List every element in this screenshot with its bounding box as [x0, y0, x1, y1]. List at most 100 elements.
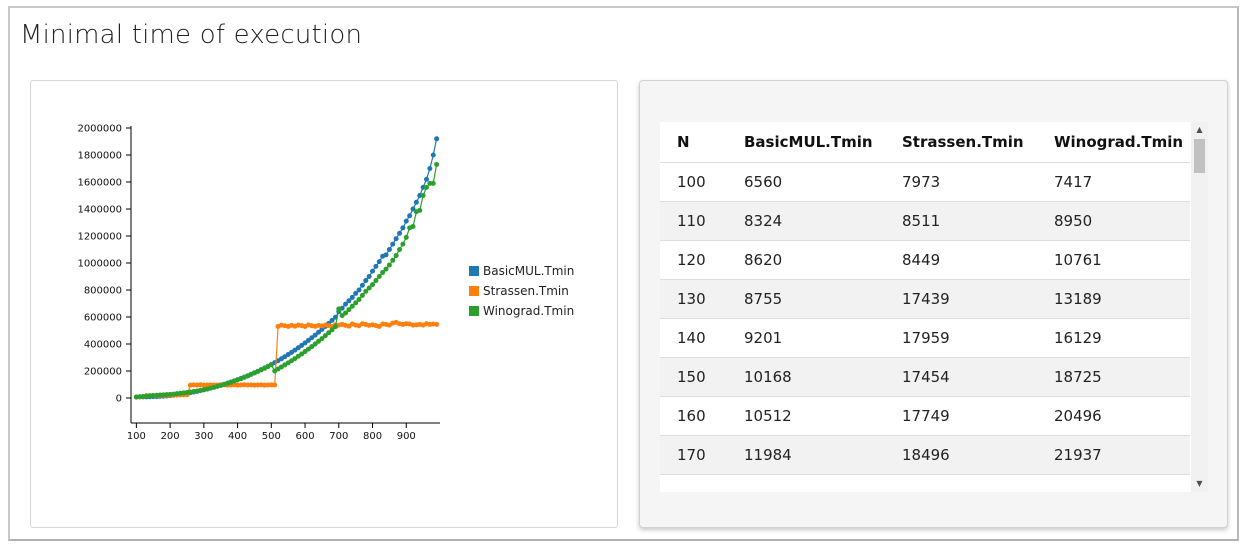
data-point-winograd: [403, 234, 409, 240]
cell-winograd: 8950: [1037, 201, 1190, 241]
x-tick-label: 800: [363, 431, 382, 442]
data-point-winograd: [332, 324, 338, 330]
x-tick-label: 300: [194, 431, 213, 442]
y-tick-label: 200000: [84, 367, 122, 378]
chart-panel: 100 200 300 400 500 600 700 800 900 0 200000 400000…: [30, 80, 618, 528]
data-point-winograd: [359, 292, 365, 298]
scrollbar-thumb[interactable]: [1194, 139, 1205, 173]
x-tick-label: 200: [161, 431, 180, 442]
legend-label: Strassen.Tmin: [483, 284, 569, 298]
cell-basicmul: 8755: [727, 279, 885, 319]
table-panel: N BasicMUL.Tmin Strassen.Tmin Winograd.T…: [639, 80, 1228, 528]
data-point-winograd: [386, 262, 392, 268]
table-row: 100 6560 7973 7417: [660, 162, 1190, 202]
cell-n: 130: [660, 279, 727, 319]
x-tick-label: 700: [329, 431, 348, 442]
data-point-basicmul: [383, 252, 389, 258]
data-point-basicmul: [403, 218, 409, 224]
y-tick-label: 1200000: [77, 232, 122, 243]
cell-strassen: 17454: [885, 357, 1037, 397]
data-point-basicmul: [366, 274, 372, 279]
data-point-basicmul: [349, 294, 355, 300]
legend-swatch: [469, 286, 479, 296]
data-point-basicmul: [397, 230, 403, 236]
cell-strassen: 18496: [885, 435, 1037, 475]
data-point-winograd: [420, 193, 426, 198]
data-point-winograd: [376, 274, 382, 279]
x-tick-label: 400: [228, 431, 247, 442]
data-point-winograd: [400, 241, 406, 247]
data-point-winograd: [397, 247, 403, 252]
cell-winograd: 13189: [1037, 279, 1190, 319]
data-point-basicmul: [434, 136, 440, 142]
data-point-winograd: [373, 278, 379, 284]
data-point-basicmul: [386, 247, 392, 252]
data-point-basicmul: [407, 213, 413, 219]
cell-strassen: 17959: [885, 318, 1037, 358]
scroll-down-arrow-icon[interactable]: ▼: [1191, 477, 1208, 491]
data-point-basicmul: [373, 263, 379, 269]
cell-n: 120: [660, 240, 727, 280]
cell-winograd: 21937: [1037, 435, 1190, 475]
column-header-basicmul[interactable]: BasicMUL.Tmin: [727, 122, 885, 163]
data-point-winograd: [434, 161, 440, 167]
column-header-strassen[interactable]: Strassen.Tmin: [885, 122, 1037, 163]
data-table-container[interactable]: N BasicMUL.Tmin Strassen.Tmin Winograd.T…: [660, 122, 1208, 492]
scroll-up-arrow-icon[interactable]: ▲: [1191, 123, 1208, 137]
x-tick-label: 900: [397, 431, 416, 442]
cell-strassen: 17439: [885, 279, 1037, 319]
data-point-winograd: [370, 282, 376, 288]
table-row: 170 11984 18496 21937: [660, 435, 1190, 475]
y-tick-label: 2000000: [77, 124, 122, 135]
data-point-basicmul: [370, 268, 376, 274]
x-tick-label: 600: [296, 431, 315, 442]
cell-strassen: 17749: [885, 396, 1037, 436]
y-tick-label: 1000000: [77, 259, 122, 270]
x-tick-label: 100: [127, 431, 146, 442]
data-point-basicmul: [390, 241, 396, 247]
cell-basicmul: 6560: [727, 162, 885, 202]
table-row: 150 10168 17454 18725: [660, 357, 1190, 397]
y-tick-label: 0: [116, 394, 122, 405]
cell-strassen: 8449: [885, 240, 1037, 280]
cell-strassen: 7973: [885, 162, 1037, 202]
column-header-winograd[interactable]: Winograd.Tmin: [1037, 122, 1190, 163]
cell-n: 110: [660, 201, 727, 241]
legend-label: BasicMUL.Tmin: [483, 264, 574, 278]
data-point-basicmul: [424, 176, 430, 182]
table-row: 160 10512 17749 20496: [660, 396, 1190, 436]
cell-strassen: 8511: [885, 201, 1037, 241]
data-point-basicmul: [413, 199, 419, 205]
data-point-winograd: [336, 306, 342, 312]
cell-winograd: 7417: [1037, 162, 1190, 202]
cell-basicmul: 10168: [727, 357, 885, 397]
y-tick-label: 1800000: [77, 151, 122, 162]
cell-n: 150: [660, 357, 727, 397]
cell-basicmul: 8620: [727, 240, 885, 280]
data-point-basicmul: [430, 152, 436, 158]
y-tick-label: 1600000: [77, 178, 122, 189]
vertical-scrollbar[interactable]: ▲ ▼: [1191, 122, 1208, 492]
data-point-basicmul: [400, 225, 406, 231]
data-point-winograd: [430, 180, 436, 186]
cell-n: 100: [660, 162, 727, 202]
cell-winograd: 20496: [1037, 396, 1190, 436]
data-point-strassen: [434, 321, 440, 327]
cell-basicmul: 11984: [727, 435, 885, 475]
data-point-winograd: [393, 253, 399, 259]
cell-basicmul: 10512: [727, 396, 885, 436]
data-point-winograd: [390, 257, 396, 263]
legend-swatch: [469, 306, 479, 316]
table-row: 110 8324 8511 8950: [660, 201, 1190, 241]
y-tick-label: 400000: [84, 340, 122, 351]
y-tick-label: 600000: [84, 313, 122, 324]
column-header-n[interactable]: N: [660, 122, 727, 163]
cell-basicmul: 8324: [727, 201, 885, 241]
cell-winograd: 16129: [1037, 318, 1190, 358]
table-row: 130 8755 17439 13189: [660, 279, 1190, 319]
data-point-winograd: [417, 207, 423, 213]
data-point-winograd: [424, 184, 430, 190]
data-point-winograd: [356, 296, 362, 302]
cell-winograd: 10761: [1037, 240, 1190, 280]
data-point-basicmul: [359, 282, 365, 288]
